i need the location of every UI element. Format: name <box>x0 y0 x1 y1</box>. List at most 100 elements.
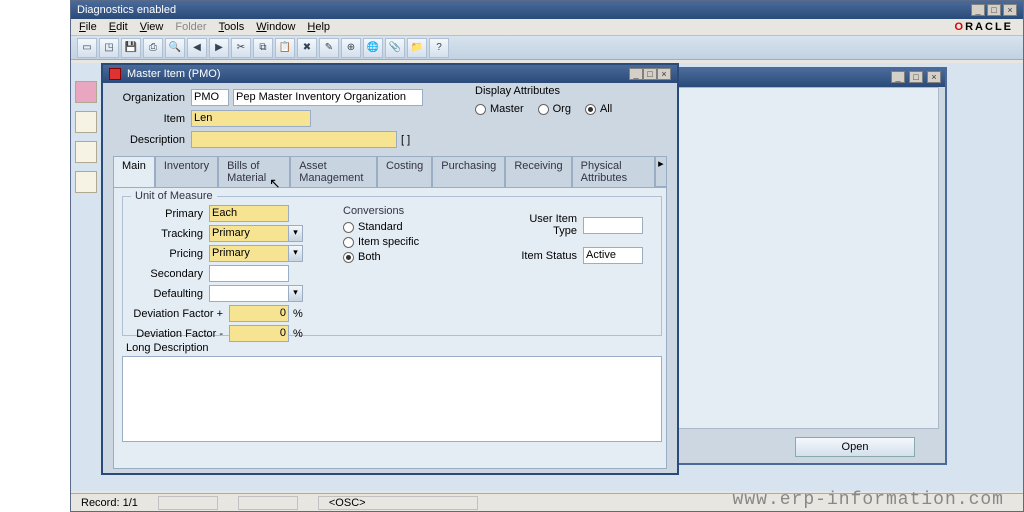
tool-cut-icon[interactable]: ✂ <box>231 38 251 58</box>
menu-view[interactable]: View <box>140 21 164 33</box>
nav-close-icon[interactable]: × <box>927 71 941 83</box>
app-title: Diagnostics enabled <box>77 4 176 16</box>
long-desc-field[interactable] <box>122 356 662 442</box>
conversions-label: Conversions <box>343 205 419 217</box>
maximize-icon[interactable]: □ <box>987 4 1001 16</box>
menu-edit[interactable]: Edit <box>109 21 128 33</box>
master-item-window: Master Item (PMO) _ □ × Organization PMO… <box>101 63 679 475</box>
tool-nav-prev-icon[interactable]: ◀ <box>187 38 207 58</box>
pct-label: % <box>293 308 303 320</box>
defaulting-field[interactable] <box>209 285 289 302</box>
radio-master[interactable]: Master <box>475 103 524 115</box>
description-label: Description <box>113 134 191 146</box>
app-titlebar: Diagnostics enabled _ □ × <box>71 1 1023 19</box>
item-field[interactable]: Len <box>191 110 311 127</box>
strip-icon-2[interactable] <box>75 111 97 133</box>
pricing-field[interactable]: Primary <box>209 245 289 262</box>
pricing-dropdown-icon[interactable]: ▾ <box>289 245 303 262</box>
record-indicator: Record: 1/1 <box>81 497 138 509</box>
secondary-label: Secondary <box>131 268 209 280</box>
uom-group-label: Unit of Measure <box>131 190 217 202</box>
nav-minimize-icon[interactable]: _ <box>891 71 905 83</box>
master-close-icon[interactable]: × <box>657 68 671 80</box>
tab-receiving[interactable]: Receiving <box>505 156 571 187</box>
tool-save-icon[interactable]: 💾 <box>121 38 141 58</box>
tool-folder-icon[interactable]: 📁 <box>407 38 427 58</box>
tab-purchasing[interactable]: Purchasing <box>432 156 505 187</box>
dev-minus-field[interactable]: 0 <box>229 325 289 342</box>
application-window: Diagnostics enabled _ □ × File Edit View… <box>70 0 1024 512</box>
primary-field[interactable]: Each <box>209 205 289 222</box>
watermark: www.erp-information.com <box>733 490 1004 510</box>
item-status-label: Item Status <box>503 250 583 262</box>
organization-code-field[interactable]: PMO <box>191 89 229 106</box>
tool-open-icon[interactable]: ◳ <box>99 38 119 58</box>
dev-plus-field[interactable]: 0 <box>229 305 289 322</box>
user-item-type-field[interactable] <box>583 217 643 234</box>
tool-zoom-icon[interactable]: ⊕ <box>341 38 361 58</box>
strip-icon-1[interactable] <box>75 81 97 103</box>
tool-translate-icon[interactable]: 🌐 <box>363 38 383 58</box>
tool-paste-icon[interactable]: 📋 <box>275 38 295 58</box>
defaulting-dropdown-icon[interactable]: ▾ <box>289 285 303 302</box>
pricing-label: Pricing <box>131 248 209 260</box>
strip-icon-3[interactable] <box>75 141 97 163</box>
conversions-group: Conversions Standard Item specific Both <box>343 205 419 266</box>
nav-maximize-icon[interactable]: □ <box>909 71 923 83</box>
tool-new-icon[interactable]: ▭ <box>77 38 97 58</box>
tab-main[interactable]: Main <box>113 156 155 187</box>
radio-org[interactable]: Org <box>538 103 571 115</box>
tab-panel-main: Unit of Measure PrimaryEach TrackingPrim… <box>113 187 667 469</box>
dev-plus-label: Deviation Factor + <box>131 308 229 320</box>
brand-logo: ORACLE <box>955 17 1013 34</box>
tool-delete-icon[interactable]: ✖ <box>297 38 317 58</box>
tab-bom[interactable]: Bills of Material <box>218 156 290 187</box>
radio-both[interactable]: Both <box>343 251 419 263</box>
radio-standard[interactable]: Standard <box>343 221 419 233</box>
tool-find-icon[interactable]: 🔍 <box>165 38 185 58</box>
tool-help-icon[interactable]: ? <box>429 38 449 58</box>
flex-bracket[interactable]: [ ] <box>401 134 410 146</box>
tool-attach-icon[interactable]: 📎 <box>385 38 405 58</box>
tracking-dropdown-icon[interactable]: ▾ <box>289 225 303 242</box>
item-label: Item <box>113 113 191 125</box>
tracking-field[interactable]: Primary <box>209 225 289 242</box>
menu-tools[interactable]: Tools <box>219 21 245 33</box>
tool-nav-next-icon[interactable]: ▶ <box>209 38 229 58</box>
display-attributes-label: Display Attributes <box>475 85 612 97</box>
radio-all[interactable]: All <box>585 103 612 115</box>
tool-print-icon[interactable]: ⎙ <box>143 38 163 58</box>
menu-file[interactable]: File <box>79 21 97 33</box>
tool-edit-icon[interactable]: ✎ <box>319 38 339 58</box>
menu-window[interactable]: Window <box>256 21 295 33</box>
workspace: _ □ × Open Master Item (PMO) _ □ × Organ… <box>71 63 1023 491</box>
tab-inventory[interactable]: Inventory <box>155 156 218 187</box>
long-desc-label: Long Description <box>126 342 658 354</box>
tracking-label: Tracking <box>131 228 209 240</box>
tool-copy-icon[interactable]: ⧉ <box>253 38 273 58</box>
tab-phys-attr[interactable]: Physical Attributes <box>572 156 655 187</box>
master-maximize-icon[interactable]: □ <box>643 68 657 80</box>
master-minimize-icon[interactable]: _ <box>629 68 643 80</box>
description-field[interactable] <box>191 131 397 148</box>
status-osc: <OSC> <box>318 496 478 510</box>
status-cell-2 <box>238 496 298 510</box>
oracle-app-icon <box>109 68 121 80</box>
close-icon[interactable]: × <box>1003 4 1017 16</box>
secondary-field[interactable] <box>209 265 289 282</box>
defaulting-label: Defaulting <box>131 288 209 300</box>
minimize-icon[interactable]: _ <box>971 4 985 16</box>
menu-help[interactable]: Help <box>307 21 330 33</box>
organization-name-field[interactable]: Pep Master Inventory Organization <box>233 89 423 106</box>
menubar: File Edit View Folder Tools Window Help <box>71 19 1023 36</box>
strip-icon-4[interactable] <box>75 171 97 193</box>
user-item-type-label: User Item Type <box>503 213 583 237</box>
primary-label: Primary <box>131 208 209 220</box>
radio-item-specific[interactable]: Item specific <box>343 236 419 248</box>
item-status-field[interactable]: Active <box>583 247 643 264</box>
tab-asset-mgmt[interactable]: Asset Management <box>290 156 377 187</box>
tab-scroll-right-icon[interactable]: ▸ <box>655 156 667 187</box>
open-button[interactable]: Open <box>795 437 915 457</box>
tab-costing[interactable]: Costing <box>377 156 432 187</box>
menu-folder[interactable]: Folder <box>175 21 206 33</box>
